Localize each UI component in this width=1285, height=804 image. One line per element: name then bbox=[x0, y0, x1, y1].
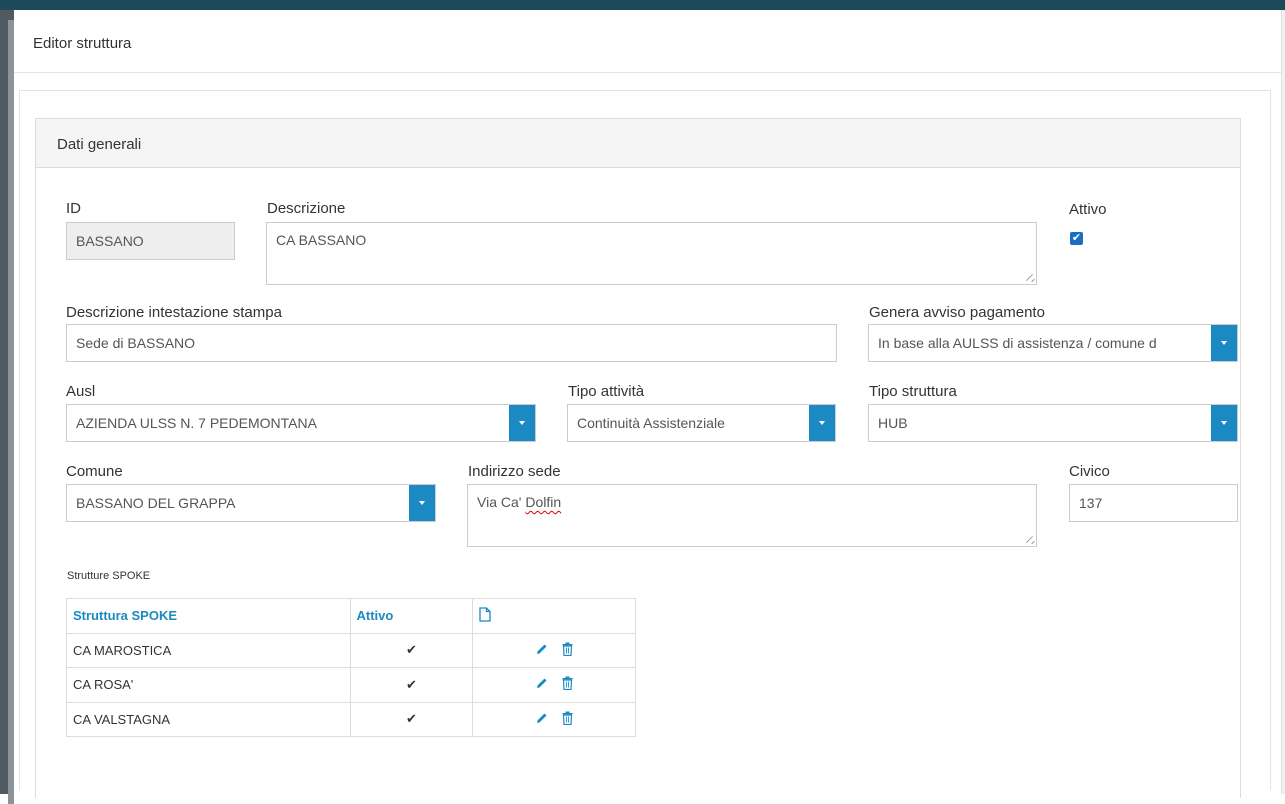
table-header-row: Struttura SPOKE Attivo bbox=[66, 598, 636, 634]
row-actions-cell bbox=[472, 632, 636, 668]
indirizzo-label: Indirizzo sede bbox=[468, 463, 561, 480]
descrizione-value: CA BASSANO bbox=[276, 232, 367, 248]
id-field[interactable]: BASSANO bbox=[66, 222, 235, 260]
panel-heading: Dati generali bbox=[36, 119, 1240, 168]
background-sidebar bbox=[0, 10, 14, 804]
spoke-name-cell: CA ROSA' bbox=[66, 667, 351, 703]
tipo-struttura-value: HUB bbox=[878, 415, 908, 431]
intestazione-input[interactable]: Sede di BASSANO bbox=[66, 324, 837, 362]
comune-value: BASSANO DEL GRAPPA bbox=[76, 495, 236, 511]
trash-icon[interactable] bbox=[562, 711, 573, 728]
spoke-attivo-cell: ✔ bbox=[349, 667, 474, 703]
comune-label: Comune bbox=[66, 463, 123, 480]
comune-select[interactable]: BASSANO DEL GRAPPA bbox=[66, 484, 436, 522]
column-header-struttura[interactable]: Struttura SPOKE bbox=[66, 598, 351, 634]
indirizzo-value: Via Ca' Dolfin bbox=[477, 494, 561, 510]
chevron-down-icon bbox=[1221, 341, 1227, 345]
avviso-label: Genera avviso pagamento bbox=[869, 304, 1045, 321]
indirizzo-value-misspelled: Dolfin bbox=[525, 494, 562, 510]
ausl-select[interactable]: AZIENDA ULSS N. 7 PEDEMONTANA bbox=[66, 404, 536, 442]
indirizzo-value-prefix: Via Ca' bbox=[477, 494, 526, 510]
new-row-cell bbox=[472, 598, 636, 634]
civico-value: 137 bbox=[1079, 495, 1103, 511]
tipo-attivita-dropdown-button[interactable] bbox=[809, 405, 835, 441]
spoke-attivo-cell: ✔ bbox=[349, 701, 474, 737]
spoke-name-cell: CA VALSTAGNA bbox=[66, 701, 351, 737]
resize-grip-icon[interactable] bbox=[1026, 274, 1034, 282]
id-label: ID bbox=[66, 200, 81, 217]
tipo-struttura-label: Tipo struttura bbox=[869, 383, 957, 400]
civico-input[interactable]: 137 bbox=[1069, 484, 1238, 522]
spoke-section-label: Strutture SPOKE bbox=[67, 570, 151, 582]
table-row: CA VALSTAGNA ✔ bbox=[66, 701, 636, 737]
tipo-attivita-value: Continuità Assistenziale bbox=[577, 415, 725, 431]
comune-dropdown-button[interactable] bbox=[409, 485, 435, 521]
intestazione-label: Descrizione intestazione stampa bbox=[66, 304, 282, 321]
id-field-value: BASSANO bbox=[76, 233, 144, 249]
indirizzo-textarea[interactable]: Via Ca' Dolfin bbox=[467, 484, 1037, 547]
intestazione-value: Sede di BASSANO bbox=[76, 335, 196, 351]
pencil-icon[interactable] bbox=[535, 711, 549, 728]
panel-heading-title: Dati generali bbox=[57, 136, 142, 153]
column-header-attivo[interactable]: Attivo bbox=[349, 598, 474, 634]
modal-header: Editor struttura bbox=[14, 10, 1281, 73]
modal-scrollbar[interactable] bbox=[1281, 10, 1285, 794]
table-row: CA ROSA' ✔ bbox=[66, 667, 636, 703]
ausl-dropdown-button[interactable] bbox=[509, 405, 535, 441]
row-actions-cell bbox=[472, 667, 636, 703]
chevron-down-icon bbox=[419, 501, 425, 505]
pencil-icon[interactable] bbox=[535, 676, 549, 693]
checkmark-icon: ✔ bbox=[1071, 232, 1082, 244]
descrizione-label: Descrizione bbox=[267, 200, 346, 217]
pencil-icon[interactable] bbox=[535, 642, 549, 659]
ausl-label: Ausl bbox=[66, 383, 96, 400]
row-actions-cell bbox=[472, 701, 636, 737]
ausl-value: AZIENDA ULSS N. 7 PEDEMONTANA bbox=[76, 415, 317, 431]
avviso-value: In base alla AULSS di assistenza / comun… bbox=[878, 335, 1157, 351]
trash-icon[interactable] bbox=[562, 642, 573, 659]
tipo-struttura-dropdown-button[interactable] bbox=[1211, 405, 1237, 441]
attivo-label: Attivo bbox=[1069, 201, 1107, 218]
civico-label: Civico bbox=[1069, 463, 1110, 480]
chevron-down-icon bbox=[819, 421, 825, 425]
chevron-down-icon bbox=[1221, 421, 1227, 425]
spoke-name-cell: CA MAROSTICA bbox=[66, 632, 351, 668]
avviso-select[interactable]: In base alla AULSS di assistenza / comun… bbox=[868, 324, 1238, 362]
resize-grip-icon[interactable] bbox=[1026, 536, 1034, 544]
tipo-struttura-select[interactable]: HUB bbox=[868, 404, 1238, 442]
trash-icon[interactable] bbox=[562, 676, 573, 693]
chevron-down-icon bbox=[519, 421, 525, 425]
attivo-checkbox[interactable]: ✔ bbox=[1070, 232, 1083, 245]
top-bar bbox=[0, 0, 1285, 10]
spoke-table: Struttura SPOKE Attivo CA MAROSTICA ✔ CA… bbox=[66, 598, 636, 737]
modal-title: Editor struttura bbox=[33, 35, 132, 52]
tipo-attivita-label: Tipo attività bbox=[568, 383, 645, 400]
table-row: CA MAROSTICA ✔ bbox=[66, 632, 636, 668]
avviso-dropdown-button[interactable] bbox=[1211, 325, 1237, 361]
spoke-attivo-cell: ✔ bbox=[349, 632, 474, 668]
file-new-icon[interactable] bbox=[479, 607, 491, 625]
descrizione-textarea[interactable]: CA BASSANO bbox=[266, 222, 1037, 285]
tipo-attivita-select[interactable]: Continuità Assistenziale bbox=[567, 404, 836, 442]
